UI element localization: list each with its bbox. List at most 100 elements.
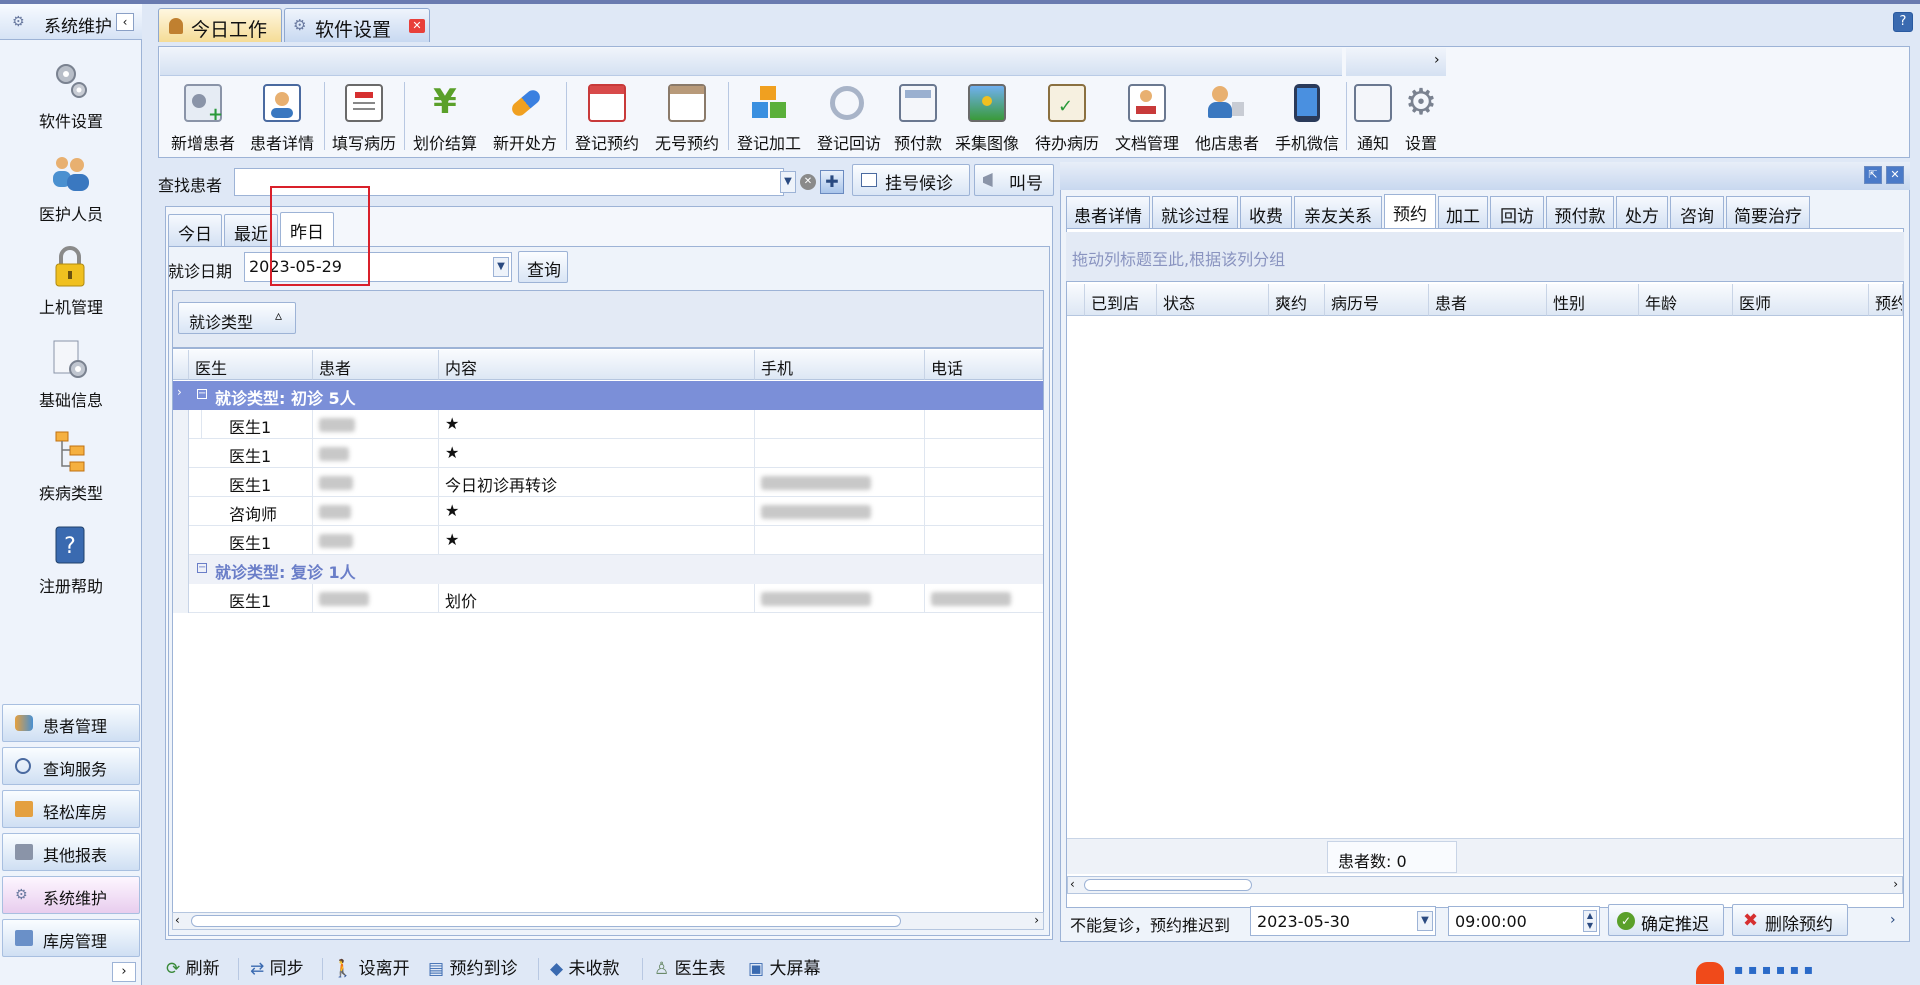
nav-section-query-service[interactable]: 查询服务 bbox=[2, 747, 140, 785]
call-number-button[interactable]: 叫号 bbox=[974, 164, 1054, 196]
refresh-button[interactable]: ⟳ 刷新 bbox=[166, 954, 220, 982]
scroll-left-icon[interactable]: ‹ bbox=[175, 913, 180, 927]
toolbar-register-processing-button[interactable]: 登记加工 bbox=[730, 80, 808, 153]
help-icon[interactable]: ? bbox=[1893, 12, 1913, 32]
nav-section-easy-warehouse[interactable]: 轻松库房 bbox=[2, 790, 140, 828]
toolbar-new-prescription-button[interactable]: 新开处方 bbox=[486, 80, 564, 153]
sync-button[interactable]: ⇄ 同步 bbox=[250, 954, 304, 982]
column-header-doctor[interactable]: 医生 bbox=[189, 350, 313, 380]
toolbar-medical-record-button[interactable]: 填写病历 bbox=[326, 80, 402, 153]
toolbar-add-patient-button[interactable]: + 新增患者 bbox=[164, 80, 242, 153]
doctor-table-button[interactable]: ♙ 医生表 bbox=[654, 954, 726, 982]
table-row[interactable]: 医生1 今日初诊再转诊 bbox=[173, 468, 1043, 497]
big-screen-button[interactable]: ▣ 大屏幕 bbox=[748, 954, 820, 982]
nav-section-warehouse-management[interactable]: 库房管理 bbox=[2, 919, 140, 957]
appointment-arrival-button[interactable]: ▤ 预约到诊 bbox=[428, 954, 517, 982]
tab-processing[interactable]: 加工 bbox=[1438, 196, 1488, 228]
scroll-right-icon[interactable]: › bbox=[1893, 877, 1898, 891]
column-header-record-number[interactable]: 病历号 bbox=[1325, 284, 1429, 316]
toolbar-pricing-settlement-button[interactable]: ¥ 划价结算 bbox=[406, 80, 484, 153]
table-row[interactable]: 医生1 ★ bbox=[173, 410, 1043, 439]
tab-followup[interactable]: 回访 bbox=[1490, 196, 1544, 228]
column-header-no-show[interactable]: 爽约 bbox=[1269, 284, 1325, 316]
tab-today[interactable]: 今日 bbox=[168, 214, 222, 246]
column-header-status[interactable]: 状态 bbox=[1157, 284, 1269, 316]
unpaid-button[interactable]: ◆ 未收款 bbox=[550, 954, 619, 982]
group-row-return-visit[interactable]: − 就诊类型: 复诊 1人 bbox=[173, 555, 1043, 584]
collapse-group-icon[interactable]: − bbox=[197, 563, 207, 573]
table-row[interactable]: 医生1 ★ bbox=[173, 439, 1043, 468]
tab-software-settings[interactable]: ⚙ 软件设置 ✕ bbox=[284, 8, 430, 42]
clear-search-icon[interactable]: ✕ bbox=[800, 174, 816, 190]
expand-nav-button[interactable]: › bbox=[112, 962, 136, 982]
tab-consultation[interactable]: 咨询 bbox=[1670, 196, 1724, 228]
tab-brief-treatment[interactable]: 简要治疗 bbox=[1726, 196, 1810, 228]
toolbar-pending-records-button[interactable]: ✓ 待办病历 bbox=[1028, 80, 1106, 153]
collapse-group-icon[interactable]: − bbox=[197, 389, 207, 399]
table-row[interactable]: 医生1 划价 bbox=[173, 584, 1043, 613]
tab-prescription[interactable]: 处方 bbox=[1616, 196, 1668, 228]
chevron-down-icon[interactable]: ▼ bbox=[493, 257, 509, 277]
nav-item-basic-info[interactable]: 基础信息 bbox=[0, 329, 142, 419]
nav-item-disease-types[interactable]: 疾病类型 bbox=[0, 422, 142, 512]
toolbar-no-number-appointment-button[interactable]: 无号预约 bbox=[648, 80, 726, 153]
column-header-patient[interactable]: 患者 bbox=[1429, 284, 1547, 316]
close-panel-icon[interactable]: ✕ bbox=[1886, 166, 1904, 184]
nav-item-registration-help[interactable]: ? 注册帮助 bbox=[0, 515, 142, 605]
column-header-physician[interactable]: 医师 bbox=[1733, 284, 1869, 316]
toolbar-notify-button[interactable]: 通知 bbox=[1350, 80, 1396, 153]
tab-visit-process[interactable]: 就诊过程 bbox=[1152, 196, 1238, 228]
toolbar-patient-detail-button[interactable]: 患者详情 bbox=[244, 80, 320, 153]
tab-appointments[interactable]: 预约 bbox=[1384, 194, 1436, 228]
scroll-left-icon[interactable]: ‹ bbox=[1070, 877, 1075, 891]
query-button[interactable]: 查询 bbox=[518, 251, 568, 283]
confirm-postpone-button[interactable]: ✓ 确定推迟 bbox=[1608, 904, 1724, 936]
set-away-button[interactable]: 🚶 设离开 bbox=[332, 954, 410, 982]
column-header-age[interactable]: 年龄 bbox=[1639, 284, 1733, 316]
table-row[interactable]: 咨询师 ★ bbox=[173, 497, 1043, 526]
nav-section-patient-management[interactable]: 患者管理 bbox=[2, 704, 140, 742]
toolbar-document-management-button[interactable]: 文档管理 bbox=[1108, 80, 1186, 153]
table-row[interactable]: 医生1 ★ bbox=[173, 526, 1043, 555]
nav-section-system-maintenance[interactable]: ⚙ 系统维护 bbox=[2, 876, 140, 914]
delete-appointment-button[interactable]: ✖ 删除预约 bbox=[1732, 904, 1848, 936]
column-header-mobile[interactable]: 手机 bbox=[755, 350, 925, 380]
toolbar-register-appointment-button[interactable]: 登记预约 bbox=[568, 80, 646, 153]
ribbon-more-button[interactable]: › bbox=[1434, 52, 1440, 68]
nav-item-login-management[interactable]: 上机管理 bbox=[0, 236, 142, 326]
nav-item-medical-staff[interactable]: 医护人员 bbox=[0, 143, 142, 233]
input-method-tray[interactable]: ▪ ▪ ▪ ▪ ▪ ▪ bbox=[1696, 960, 1916, 985]
toolbar-capture-image-button[interactable]: 采集图像 bbox=[948, 80, 1026, 153]
scroll-thumb[interactable] bbox=[1084, 879, 1252, 891]
time-stepper[interactable]: ▲ ▼ bbox=[1583, 910, 1597, 932]
column-header-arrived[interactable]: 已到店 bbox=[1085, 284, 1157, 316]
more-actions-arrow[interactable]: › bbox=[1890, 912, 1896, 928]
column-header-content[interactable]: 内容 bbox=[439, 350, 755, 380]
tab-patient-detail[interactable]: 患者详情 bbox=[1066, 196, 1150, 228]
toolbar-prepayment-button[interactable]: 预付款 bbox=[890, 80, 946, 153]
postpone-date-field[interactable]: 2023-05-30 ▼ bbox=[1250, 906, 1436, 936]
search-add-button[interactable]: ✚ bbox=[820, 170, 844, 194]
horizontal-scrollbar[interactable]: ‹ › bbox=[172, 912, 1044, 930]
nav-item-software-settings[interactable]: 软件设置 bbox=[0, 50, 142, 140]
appointment-horizontal-scrollbar[interactable]: ‹ › bbox=[1067, 876, 1903, 894]
column-header-phone[interactable]: 电话 bbox=[925, 350, 1043, 380]
scroll-right-icon[interactable]: › bbox=[1034, 913, 1039, 927]
group-row-first-visit[interactable]: › − 就诊类型: 初诊 5人 bbox=[173, 381, 1043, 410]
scroll-thumb[interactable] bbox=[191, 915, 901, 927]
toolbar-settings-button[interactable]: ⚙ 设置 bbox=[1398, 80, 1444, 154]
chevron-down-icon[interactable]: ▼ bbox=[1417, 911, 1433, 931]
group-chip-visit-type[interactable]: 就诊类型 ▵ bbox=[178, 302, 296, 334]
toolbar-mobile-wechat-button[interactable]: 手机微信 bbox=[1268, 80, 1346, 153]
toolbar-register-followup-button[interactable]: 登记回访 bbox=[810, 80, 888, 153]
close-tab-icon[interactable]: ✕ bbox=[409, 19, 425, 33]
tab-relatives[interactable]: 亲友关系 bbox=[1294, 196, 1382, 228]
nav-section-other-reports[interactable]: 其他报表 bbox=[2, 833, 140, 871]
column-header-patient[interactable]: 患者 bbox=[313, 350, 439, 380]
postpone-time-field[interactable]: 09:00:00 ▲ ▼ bbox=[1448, 906, 1600, 936]
column-header-gender[interactable]: 性别 bbox=[1547, 284, 1639, 316]
column-header-appointment[interactable]: 预约 bbox=[1869, 284, 1903, 316]
collapse-nav-button[interactable]: ‹ bbox=[116, 13, 134, 31]
tab-charges[interactable]: 收费 bbox=[1240, 196, 1292, 228]
queue-registration-button[interactable]: 挂号候诊 bbox=[852, 164, 970, 196]
